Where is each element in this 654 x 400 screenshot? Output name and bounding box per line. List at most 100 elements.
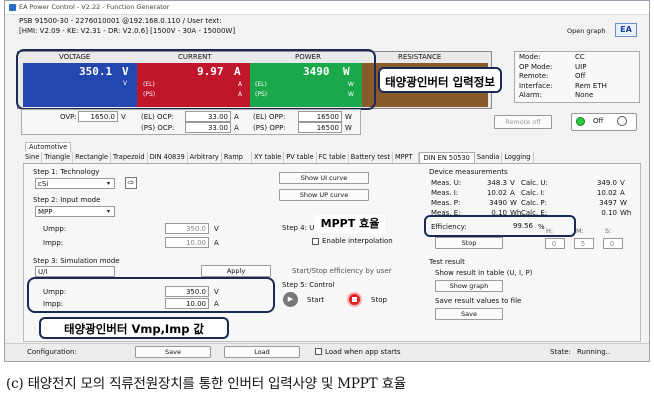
meas-key: Meas. I: [431,189,459,197]
ovp-label: OVP: [60,113,77,121]
status-value: UIP [575,62,587,71]
el-ocp-field[interactable]: 33.00 [185,111,231,122]
meas-value: 348.3 [486,179,507,187]
tab-battery-test[interactable]: Battery test [349,152,393,163]
tab-fc-table[interactable]: FC table [317,152,349,163]
step2-umpp-field[interactable]: 350.0 [165,223,209,234]
save-result-label: Save result values to file [435,297,522,305]
ovp-field[interactable]: 1650.0 [78,111,118,122]
tab-bar: Sine Triangle Rectangle Trapezoid DIN 40… [23,152,641,164]
step3-label: Step 3: Simulation mode [33,257,120,265]
tab-din-40839[interactable]: DIN 40839 [148,152,188,163]
power-state-label: Off [593,117,604,125]
export-icon[interactable]: ⇨ [125,177,137,189]
meas-key: Meas. U: [431,179,462,187]
vmp-imp-highlight [27,277,275,313]
calc-unit: V [620,179,625,187]
measurement-row: Meas. I: 10.02 A Calc. I: 10.02 A [431,189,637,199]
show-graph-button[interactable]: Show graph [435,280,503,292]
state-label: State: [550,348,571,356]
measurement-stop-button[interactable]: Stop [435,237,503,249]
test-result-title: Test result [429,258,465,266]
stop-square-icon [352,297,357,302]
meas-value: 10.02 [486,189,507,197]
tab-mppt[interactable]: MPPT [393,152,419,163]
status-row: Mode: CC [519,53,637,63]
startstop-label: Start/Stop efficiency by user [292,267,392,275]
resistance-header: RESISTANCE [398,53,442,61]
calc-value: 3497 [599,199,617,207]
calc-value: 10.02 [596,189,617,197]
load-on-start-label: Load when app starts [325,348,401,356]
el-opp-label: (EL) OPP: [253,113,286,121]
title-bar: EA Power Control - V2.22 - Function Gene… [5,1,649,15]
timer-h-field[interactable]: 0 [545,238,565,249]
show-up-curve-button[interactable]: Show UP curve [279,189,369,201]
callout-vmp-imp: 태양광인버터 Vmp,Imp 값 [39,317,229,339]
tab-sandia[interactable]: Sandia [475,152,503,163]
app-icon [9,4,16,11]
tab-din-en-50530[interactable]: DIN EN 50530 [418,152,475,163]
device-measurements-title: Device measurements [429,168,508,176]
tab-ramp[interactable]: Ramp [222,152,252,163]
chevron-down-icon: ▾ [107,208,111,215]
measurement-row: Meas. P: 3490 W Calc. P: 3497 W [431,199,637,209]
remote-off-button[interactable]: Remote off [494,115,552,129]
status-row: Interface: Rem ETH [519,82,637,92]
status-value: Off [575,72,586,81]
el-opp-field[interactable]: 16500 [298,111,342,122]
meas-unit: A [510,189,515,197]
calc-key: Calc. P: [521,199,548,207]
tab-pv-table[interactable]: PV table [284,152,317,163]
status-value: Rem ETH [575,81,607,90]
show-table-label: Show result in table (U, I, P) [435,269,533,277]
step4-label: Step 4: Up [282,224,319,232]
calc-key: Calc. U: [521,179,548,187]
interpolation-checkbox[interactable] [312,238,319,245]
ps-ocp-field[interactable]: 33.00 [185,122,231,133]
measurements-grid: Meas. U: 348.3 V Calc. U: 349.0 V Meas. I: 10.… [431,179,637,219]
timer-s-field[interactable]: 0 [603,238,623,249]
step2-impp-unit: A [214,239,219,247]
meas-unit: W [510,199,517,207]
load-on-start-checkbox[interactable] [315,348,322,355]
app-window: EA Power Control - V2.22 - Function Gene… [4,0,650,362]
show-ui-curve-button[interactable]: Show UI curve [279,172,369,184]
el-opp-unit: W [345,113,352,121]
ps-opp-field[interactable]: 16500 [298,122,342,133]
meas-key: Meas. P: [431,199,461,207]
state-value: Running.. [577,348,611,356]
status-row: Alarm: None [519,91,637,101]
status-list: Mode: CC OP Mode: UIP Remote: Off Interface… [519,53,637,101]
tab-xy-table[interactable]: XY table [252,152,285,163]
tab-arbitrary[interactable]: Arbitrary [188,152,222,163]
apply-button[interactable]: Apply [201,265,271,277]
save-result-button[interactable]: Save [435,308,503,320]
meter-highlight [16,49,376,110]
radio-icon[interactable] [617,116,627,126]
status-key: Mode: [519,53,541,61]
tab-triangle[interactable]: Triangle [42,152,74,163]
calc-unit: W [620,199,627,207]
calc-key: Calc. I: [521,189,545,197]
tab-trapezoid[interactable]: Trapezoid [111,152,148,163]
callout-input-info: 태양광인버터 입력정보 [378,67,502,93]
start-icon[interactable]: ▶ [283,292,298,307]
chevron-down-icon: ▾ [107,180,111,187]
tab-sine[interactable]: Sine [23,152,43,163]
config-save-button[interactable]: Save [135,346,211,358]
step2-impp-field[interactable]: 10.00 [165,237,209,248]
efficiency-highlight [424,215,576,237]
automotive-tab[interactable]: Automotive [25,142,72,152]
status-key: OP Mode: [519,62,553,71]
config-load-button[interactable]: Load [224,346,300,358]
ovp-unit: V [121,113,126,121]
ps-ocp-label: (PS) OCP: [141,124,175,132]
ps-ocp-unit: A [234,124,239,132]
tab-logging[interactable]: Logging [502,152,534,163]
el-ocp-label: (EL) OCP: [141,113,174,121]
open-graph-link[interactable]: Open graph [567,27,605,35]
timer-m-field[interactable]: 5 [574,238,594,249]
tab-rectangle[interactable]: Rectangle [73,152,112,163]
timer-s-label: S: [605,227,612,235]
